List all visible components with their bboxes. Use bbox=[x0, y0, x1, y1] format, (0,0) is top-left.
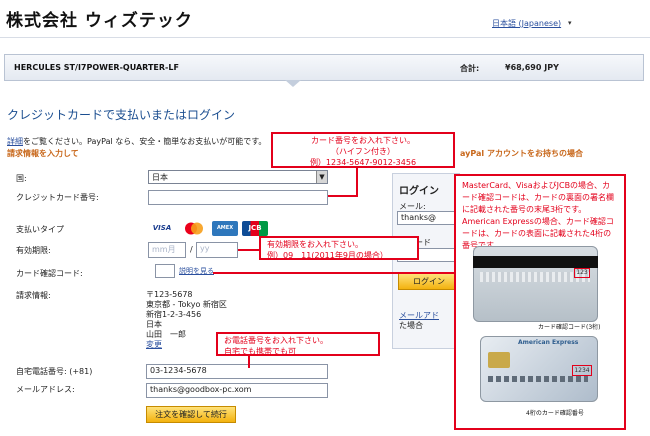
expiry-year-placeholder: yy bbox=[200, 244, 210, 253]
expiry-label: 有効期限: bbox=[16, 246, 51, 255]
payment-type-label: 支払いタイプ bbox=[16, 225, 64, 234]
phone-input[interactable]: 03-1234-5678 bbox=[146, 364, 328, 379]
login-button[interactable]: ログイン bbox=[398, 273, 460, 290]
cvv-help-link[interactable]: 説明を見る bbox=[179, 266, 214, 276]
annotation-connector bbox=[238, 249, 260, 251]
change-address-link[interactable]: 変更 bbox=[146, 340, 227, 350]
expiry-month-input[interactable]: mm月 bbox=[148, 242, 186, 258]
intro-body: をご覧ください。PayPal なら、安全・簡単なお支払いが可能です。 bbox=[23, 137, 267, 146]
amex-caption: 4桁のカード確認番号 bbox=[526, 410, 584, 417]
company-title: 株式会社 ウィズテック bbox=[6, 11, 193, 31]
annotation-line: 自宅でも携帯でも可 bbox=[224, 347, 296, 356]
email-label: メールアドレス: bbox=[16, 385, 75, 394]
chevron-down-icon[interactable]: ▼ bbox=[316, 171, 327, 183]
annotation-connector bbox=[213, 272, 475, 274]
annotation-line: （ハイフン付き） bbox=[331, 147, 395, 156]
country-select[interactable]: 日本 bbox=[148, 170, 328, 184]
login-email-input[interactable]: thanks@ bbox=[397, 211, 459, 225]
page-heading: クレジットカードで支払いまたはログイン bbox=[7, 108, 236, 122]
header-divider bbox=[0, 37, 650, 38]
phone-label: 自宅電話番号: (+81) bbox=[16, 367, 93, 376]
cvv-input[interactable] bbox=[155, 264, 175, 278]
address-line: 山田 一郎 bbox=[146, 330, 186, 339]
language-selector[interactable]: 日本語 (Japanese) bbox=[492, 18, 561, 29]
address-line: 日本 bbox=[146, 320, 162, 329]
annotation-line: 例）09 11(2011年9月の場合） bbox=[267, 251, 388, 260]
card-number-input[interactable] bbox=[148, 190, 328, 205]
paypal-account-subheading: ayPal アカウントをお持ちの場合 bbox=[460, 149, 583, 158]
cvv-label: カード確認コード: bbox=[16, 269, 83, 278]
expiry-year-input[interactable]: yy bbox=[196, 242, 238, 258]
address-line: 東京都 - Tokyo 新宿区 bbox=[146, 300, 227, 309]
magnetic-stripe bbox=[473, 256, 598, 268]
annotation-connector bbox=[356, 168, 358, 196]
expiry-month-placeholder: mm bbox=[152, 245, 168, 254]
billing-address: 〒123-5678 東京都 - Tokyo 新宿区 新宿1-2-3-456 日本… bbox=[146, 290, 227, 350]
phone-annotation: お電話番号をお入れ下さい。 自宅でも携帯でも可 bbox=[216, 332, 380, 356]
visa-logo: VISA bbox=[152, 224, 172, 232]
total-label: 合計: bbox=[460, 64, 480, 73]
expiry-separator: / bbox=[190, 245, 193, 254]
cvv-explanation: MasterCard、VisaおよびJCBの場合、カード確認コードは、カードの裏… bbox=[462, 181, 614, 250]
amex-logo: AMEX bbox=[212, 221, 238, 236]
annotation-connector bbox=[248, 356, 250, 368]
bar-notch-icon bbox=[285, 80, 301, 87]
expiry-annotation: 有効期限をお入れ下さい。 例）09 11(2011年9月の場合） bbox=[259, 236, 419, 260]
billing-subheading: 請求情報を入力して bbox=[7, 149, 79, 158]
details-link[interactable]: 詳細 bbox=[7, 137, 23, 146]
amex-code: 1234 bbox=[572, 365, 592, 376]
annotation-connector bbox=[328, 195, 358, 197]
address-line: 〒123-5678 bbox=[146, 290, 193, 299]
card-number-digits bbox=[488, 376, 588, 382]
amex-card-name: American Express bbox=[518, 339, 579, 346]
annotation-line: お電話番号をお入れ下さい。 bbox=[224, 336, 328, 345]
mastercard-icon bbox=[185, 222, 203, 235]
total-value: ¥68,690 JPY bbox=[505, 63, 559, 72]
annotation-line: 有効期限をお入れ下さい。 bbox=[267, 240, 363, 249]
card-back-code: 123 bbox=[574, 268, 590, 278]
login-title: ログイン bbox=[399, 186, 439, 197]
card-chip-icon bbox=[488, 352, 510, 368]
mastercard-logo bbox=[180, 221, 208, 236]
card-number-annotation: カード番号をお入れ下さい。 （ハイフン付き） 例）1234-5647-9012-… bbox=[271, 132, 455, 168]
login-help-tail: た場合 bbox=[399, 321, 423, 330]
annotation-line: カード番号をお入れ下さい。 bbox=[311, 136, 415, 145]
billing-label: 請求情報: bbox=[16, 291, 51, 300]
jcb-logo: JCB bbox=[242, 221, 268, 236]
annotation-line: 例）1234-5647-9012-3456 bbox=[309, 158, 417, 167]
product-name: HERCULES ST/I7POWER-QUARTER-LF bbox=[14, 63, 179, 72]
chevron-down-icon[interactable]: ▾ bbox=[568, 19, 572, 27]
country-label: 国: bbox=[16, 174, 27, 183]
email-input[interactable]: thanks@goodbox-pc.xom bbox=[146, 383, 328, 398]
card-number-label: クレジットカード番号: bbox=[16, 193, 99, 202]
card-back-caption: カード確認コード(3桁) bbox=[538, 324, 601, 331]
address-line: 新宿1-2-3-456 bbox=[146, 310, 202, 319]
intro-text: 詳細をご覧ください。PayPal なら、安全・簡単なお支払いが可能です。 bbox=[7, 136, 266, 147]
expiry-month-unit: 月 bbox=[167, 245, 176, 254]
confirm-continue-button[interactable]: 注文を確認して続行 bbox=[146, 406, 236, 423]
